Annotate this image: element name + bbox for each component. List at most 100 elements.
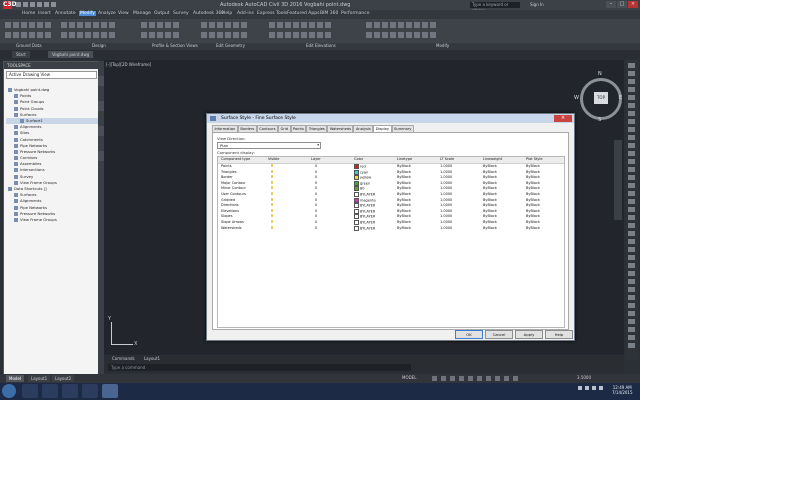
ribbon-group-profile-section-views[interactable] [140, 21, 180, 41]
plot-style-cell[interactable]: ByBlock [526, 226, 540, 232]
panel-title-design[interactable]: Design [92, 43, 106, 48]
isolate-icon[interactable] [513, 376, 518, 381]
model-space-toggle[interactable]: MODEL [402, 375, 416, 380]
tab-express-tools[interactable]: Express Tools [257, 11, 287, 16]
tab-manage[interactable]: Manage [133, 11, 151, 16]
col-linetype[interactable]: Linetype [397, 157, 412, 163]
taskbar-clock[interactable]: 12:49 AM 7/14/2015 [612, 385, 633, 395]
minimize-button[interactable]: – [606, 1, 616, 8]
doc-tab-drawing[interactable]: Vogbahi point.dwg [48, 51, 94, 58]
tab-borders[interactable]: Borders [237, 125, 257, 132]
open-icon[interactable] [23, 2, 28, 7]
maximize-button[interactable]: □ [617, 1, 627, 8]
ribbon-group-ground-data[interactable] [4, 21, 52, 41]
command-tab-layout[interactable]: Layout1 [144, 356, 160, 361]
taskbar-media-icon[interactable] [62, 384, 78, 398]
tool-icon[interactable] [628, 95, 635, 100]
col-layer[interactable]: Layer [311, 157, 321, 163]
tool-icon[interactable] [628, 167, 635, 172]
tab-contours[interactable]: Contours [256, 125, 278, 132]
tool-icon[interactable] [628, 71, 635, 76]
tool-icon[interactable] [628, 87, 635, 92]
tool-icon[interactable] [628, 207, 635, 212]
application-menu-button[interactable]: C3D [3, 1, 17, 9]
view-direction-select[interactable]: Plan ▾ [217, 142, 321, 149]
tab-analyze[interactable]: Analyze [98, 11, 116, 16]
taskbar-firefox-icon[interactable] [82, 384, 98, 398]
tab-help[interactable]: Help [222, 11, 232, 16]
tab-watersheds[interactable]: Watersheds [327, 125, 354, 132]
tab-points[interactable]: Points [290, 125, 307, 132]
col-color[interactable]: Color [354, 157, 363, 163]
tool-icon[interactable] [628, 263, 635, 268]
tab-insert[interactable]: Insert [38, 11, 51, 16]
color-cell[interactable]: BYLAYER [354, 225, 375, 232]
taskbar-ie-icon[interactable] [22, 384, 38, 398]
tab-display[interactable]: Display [373, 125, 392, 132]
tool-icon[interactable] [628, 319, 635, 324]
tab-summary[interactable]: Summary [391, 125, 414, 132]
redo-icon[interactable] [44, 2, 49, 7]
tab-annotate[interactable]: Annotate [55, 11, 76, 16]
ortho-icon[interactable] [450, 376, 455, 381]
tab-featured-apps[interactable]: Featured Apps [287, 11, 319, 16]
start-button[interactable] [2, 384, 16, 398]
tool-icon[interactable] [628, 223, 635, 228]
col-visible[interactable]: Visible [268, 157, 279, 163]
help-button[interactable]: Help [545, 330, 573, 339]
tab-survey[interactable]: Survey [173, 11, 189, 16]
new-icon[interactable] [16, 2, 21, 7]
tool-icon[interactable] [628, 135, 635, 140]
cancel-button[interactable]: Cancel [485, 330, 513, 339]
panel-title-edit-elevations[interactable]: Edit Elevations [306, 43, 336, 48]
tool-icon[interactable] [628, 143, 635, 148]
tray-icon[interactable] [592, 386, 596, 390]
tool-icon[interactable] [628, 183, 635, 188]
viewcube-face[interactable]: TOP [594, 92, 608, 104]
tool-icon[interactable] [628, 255, 635, 260]
snap-icon[interactable] [441, 376, 446, 381]
tool-icon[interactable] [628, 191, 635, 196]
sign-in-link[interactable]: Sign In [530, 2, 544, 7]
tray-icon[interactable] [585, 386, 589, 390]
undo-icon[interactable] [37, 2, 42, 7]
tab-performance[interactable]: Performance [341, 11, 370, 16]
tool-icon[interactable] [628, 303, 635, 308]
col-plot-style[interactable]: Plot Style [526, 157, 543, 163]
layout-tab-layout1[interactable]: Layout1 [28, 375, 51, 382]
linetype-cell[interactable]: ByBlock [397, 226, 411, 232]
tab-grid[interactable]: Grid [277, 125, 291, 132]
panel-title-ground-data[interactable]: Ground Data [16, 43, 42, 48]
close-button[interactable]: × [628, 1, 638, 8]
panel-title-modify[interactable]: Modify [436, 43, 449, 48]
tab-information[interactable]: Information [212, 125, 238, 132]
grid-icon[interactable] [432, 376, 437, 381]
ribbon-group-design[interactable] [60, 21, 116, 41]
panel-title-edit-geometry[interactable]: Edit Geometry [216, 43, 245, 48]
tool-icon[interactable] [628, 119, 635, 124]
layer-cell[interactable]: 0 [315, 226, 317, 232]
tab-modify[interactable]: Modify [79, 11, 96, 16]
viewport-controls-label[interactable]: [-][Top][2D Wireframe] [106, 62, 151, 67]
tool-icon[interactable] [628, 215, 635, 220]
search-input[interactable]: Type a keyword or phrase [470, 2, 520, 13]
tool-icon[interactable] [628, 295, 635, 300]
tab-bim-360[interactable]: BIM 360 [320, 11, 338, 16]
tool-icon[interactable] [628, 199, 635, 204]
tool-icon[interactable] [628, 111, 635, 116]
annotation-icon[interactable] [495, 376, 500, 381]
col-component-type[interactable]: Component type [221, 157, 250, 163]
viewcube[interactable]: TOP N S E W [574, 71, 622, 123]
taskbar-explorer-icon[interactable] [42, 384, 58, 398]
command-input[interactable]: Type a command [108, 364, 411, 371]
taskbar-autocad-icon[interactable] [102, 384, 118, 398]
tool-icon[interactable] [628, 103, 635, 108]
lineweight-icon[interactable] [486, 376, 491, 381]
toolspace-view-select[interactable]: Active Drawing View [6, 71, 97, 79]
tool-icon[interactable] [628, 311, 635, 316]
tab-view[interactable]: View [118, 11, 129, 16]
tool-icon[interactable] [628, 151, 635, 156]
lineweight-cell[interactable]: ByBlock [483, 226, 497, 232]
dialog-close-button[interactable]: × [554, 115, 572, 122]
tab-add-ins[interactable]: Add-ins [237, 11, 254, 16]
